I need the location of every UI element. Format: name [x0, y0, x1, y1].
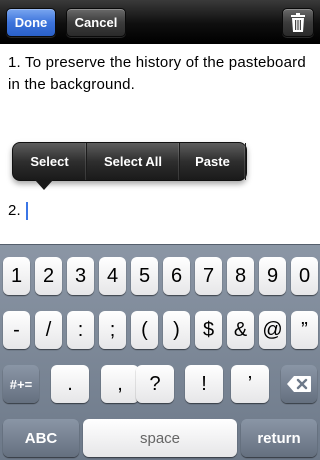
abc-key[interactable]: ABC: [3, 419, 79, 457]
trash-icon: [291, 12, 305, 32]
key-2[interactable]: 2: [35, 257, 62, 295]
note-line-2: 2.: [8, 202, 21, 219]
keyboard: 1 2 3 4 5 6 7 8 9 0 - / : ; ( ) $ & @ ” …: [0, 244, 320, 460]
key-comma[interactable]: ,: [101, 365, 139, 403]
edit-menu: Select Select All Paste: [12, 142, 247, 190]
key-3[interactable]: 3: [67, 257, 94, 295]
key-question[interactable]: ?: [136, 365, 174, 403]
key-open-paren[interactable]: (: [131, 311, 158, 349]
key-at[interactable]: @: [259, 311, 286, 349]
key-dollar[interactable]: $: [195, 311, 222, 349]
key-1[interactable]: 1: [3, 257, 30, 295]
top-toolbar: Done Cancel: [0, 0, 320, 44]
key-7[interactable]: 7: [195, 257, 222, 295]
backspace-icon: [287, 376, 311, 392]
key-ampersand[interactable]: &: [227, 311, 254, 349]
menu-paste[interactable]: Paste: [180, 143, 246, 180]
key-9[interactable]: 9: [259, 257, 286, 295]
key-5[interactable]: 5: [131, 257, 158, 295]
key-0[interactable]: 0: [291, 257, 318, 295]
key-colon[interactable]: :: [67, 311, 94, 349]
text-caret: [26, 202, 28, 220]
return-key[interactable]: return: [241, 419, 317, 457]
key-8[interactable]: 8: [227, 257, 254, 295]
done-button[interactable]: Done: [6, 8, 56, 37]
key-minus[interactable]: -: [3, 311, 30, 349]
trash-button[interactable]: [282, 8, 314, 37]
menu-pointer: [35, 180, 53, 190]
menu-select[interactable]: Select: [13, 143, 87, 180]
key-apostrophe[interactable]: ’: [231, 365, 269, 403]
key-close-paren[interactable]: ): [163, 311, 190, 349]
key-4[interactable]: 4: [99, 257, 126, 295]
key-quote[interactable]: ”: [291, 311, 318, 349]
space-key[interactable]: space: [83, 419, 237, 457]
key-slash[interactable]: /: [35, 311, 62, 349]
key-6[interactable]: 6: [163, 257, 190, 295]
delete-key[interactable]: [281, 365, 317, 403]
note-line-1: 1. To preserve the history of the pasteb…: [8, 54, 306, 93]
menu-select-all[interactable]: Select All: [87, 143, 180, 180]
key-period[interactable]: .: [51, 365, 89, 403]
key-semicolon[interactable]: ;: [99, 311, 126, 349]
key-exclamation[interactable]: !: [185, 365, 223, 403]
cancel-button[interactable]: Cancel: [66, 8, 126, 37]
key-more-symbols[interactable]: #+=: [3, 365, 39, 403]
